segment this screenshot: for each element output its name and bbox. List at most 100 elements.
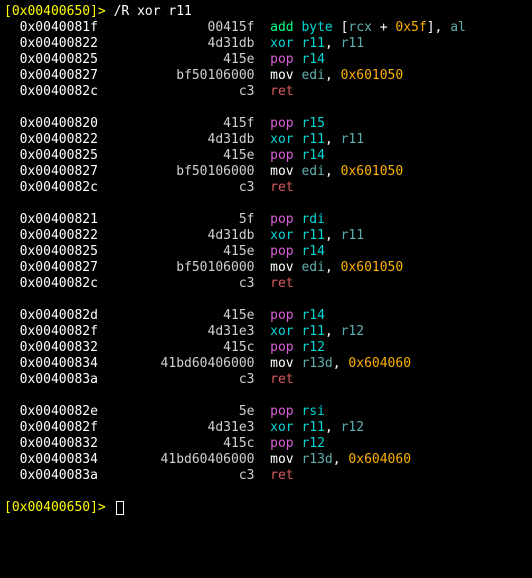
operand: , [333, 452, 349, 467]
prompt-line-top: [0x00400650]> /R xor r11 [4, 4, 528, 20]
operand: rcx [348, 20, 371, 35]
hex-bytes: 5f [98, 212, 255, 227]
disasm-row: 0x00400822 4d31db xor r11, r11 [4, 228, 528, 244]
address: 0x00400822 [20, 228, 98, 243]
operand: r12 [301, 436, 324, 451]
operand: r14 [301, 148, 324, 163]
address: 0x0040082c [20, 276, 98, 291]
operand: , [435, 20, 451, 35]
operand: r12 [301, 340, 324, 355]
hex-bytes: 415e [98, 244, 255, 259]
hex-bytes: 5e [98, 404, 255, 419]
operand: , [325, 36, 341, 51]
address: 0x0040082c [20, 84, 98, 99]
mnemonic: mov [270, 164, 293, 179]
operand: 0x604060 [348, 452, 411, 467]
mnemonic: xor [270, 228, 293, 243]
mnemonic: mov [270, 356, 293, 371]
operand: , [325, 228, 341, 243]
prompt-address: 0x00400650 [12, 500, 90, 515]
disasm-row: 0x00400825 415e pop r14 [4, 148, 528, 164]
operand: edi [301, 68, 324, 83]
hex-bytes: 415f [98, 116, 255, 131]
disasm-row: 0x0040082f 4d31e3 xor r11, r12 [4, 420, 528, 436]
prompt-bracket: ]> [90, 4, 113, 19]
group-divider [4, 292, 528, 308]
operand: rsi [301, 404, 324, 419]
disasm-row: 0x00400834 41bd60406000 mov r13d, 0x6040… [4, 356, 528, 372]
disasm-row: 0x00400825 415e pop r14 [4, 244, 528, 260]
disasm-row: 0x00400832 415c pop r12 [4, 340, 528, 356]
operand: r11 [341, 132, 364, 147]
hex-bytes: bf50106000 [98, 164, 255, 179]
address: 0x00400822 [20, 36, 98, 51]
disasm-row: 0x00400834 41bd60406000 mov r13d, 0x6040… [4, 452, 528, 468]
hex-bytes: 4d31db [98, 36, 255, 51]
hex-bytes: 41bd60406000 [98, 452, 255, 467]
operand: byte [301, 20, 340, 35]
mnemonic: pop [270, 116, 293, 131]
hex-bytes: c3 [98, 276, 255, 291]
operand: r11 [301, 228, 324, 243]
address: 0x00400820 [20, 116, 98, 131]
prompt-line-bottom[interactable]: [0x00400650]> [4, 500, 528, 516]
hex-bytes: c3 [98, 468, 255, 483]
address: 0x0040082d [20, 308, 98, 323]
operand: r12 [341, 324, 364, 339]
hex-bytes: 4d31db [98, 132, 255, 147]
spacer [4, 484, 528, 500]
disassembly-output: [0x00400650]> /R xor r11 0x0040081f 0041… [4, 4, 528, 516]
group-divider [4, 388, 528, 404]
hex-bytes: 4d31db [98, 228, 255, 243]
address: 0x00400832 [20, 340, 98, 355]
disasm-row: 0x00400822 4d31db xor r11, r11 [4, 132, 528, 148]
operand: 0x5f [395, 20, 426, 35]
address: 0x00400825 [20, 148, 98, 163]
operand: al [450, 20, 466, 35]
disasm-row: 0x0040082c c3 ret [4, 84, 528, 100]
mnemonic: pop [270, 212, 293, 227]
address: 0x00400821 [20, 212, 98, 227]
mnemonic: pop [270, 340, 293, 355]
prompt-address: 0x00400650 [12, 4, 90, 19]
operand: rdi [301, 212, 324, 227]
mnemonic: pop [270, 244, 293, 259]
address: 0x0040083a [20, 468, 98, 483]
mnemonic: pop [270, 404, 293, 419]
cursor-icon[interactable] [116, 501, 124, 515]
hex-bytes: c3 [98, 372, 255, 387]
address: 0x00400825 [20, 244, 98, 259]
mnemonic: ret [270, 180, 293, 195]
disasm-row: 0x0040082f 4d31e3 xor r11, r12 [4, 324, 528, 340]
mnemonic: ret [270, 84, 293, 99]
mnemonic: xor [270, 36, 293, 51]
operand: , [325, 132, 341, 147]
operand: , [325, 420, 341, 435]
prompt-bracket: ]> [90, 500, 113, 515]
address: 0x0040083a [20, 372, 98, 387]
hex-bytes: bf50106000 [98, 260, 255, 275]
operand: edi [301, 260, 324, 275]
mnemonic: mov [270, 68, 293, 83]
disasm-row: 0x0040082e 5e pop rsi [4, 404, 528, 420]
hex-bytes: 4d31e3 [98, 324, 255, 339]
hex-bytes: 415c [98, 340, 255, 355]
operand: , [325, 68, 341, 83]
operand: 0x604060 [348, 356, 411, 371]
command-input[interactable]: /R xor r11 [114, 4, 192, 19]
operand: , [325, 260, 341, 275]
operand: r11 [301, 36, 324, 51]
operand: + [372, 20, 395, 35]
address: 0x00400827 [20, 68, 98, 83]
disasm-row: 0x00400822 4d31db xor r11, r11 [4, 36, 528, 52]
operand: r13d [301, 356, 332, 371]
group-divider [4, 196, 528, 212]
group-divider [4, 100, 528, 116]
mnemonic: pop [270, 148, 293, 163]
operand: r12 [341, 420, 364, 435]
operand: r14 [301, 308, 324, 323]
address: 0x00400825 [20, 52, 98, 67]
disasm-row: 0x0040083a c3 ret [4, 372, 528, 388]
disasm-row: 0x00400825 415e pop r14 [4, 52, 528, 68]
operand: , [325, 324, 341, 339]
